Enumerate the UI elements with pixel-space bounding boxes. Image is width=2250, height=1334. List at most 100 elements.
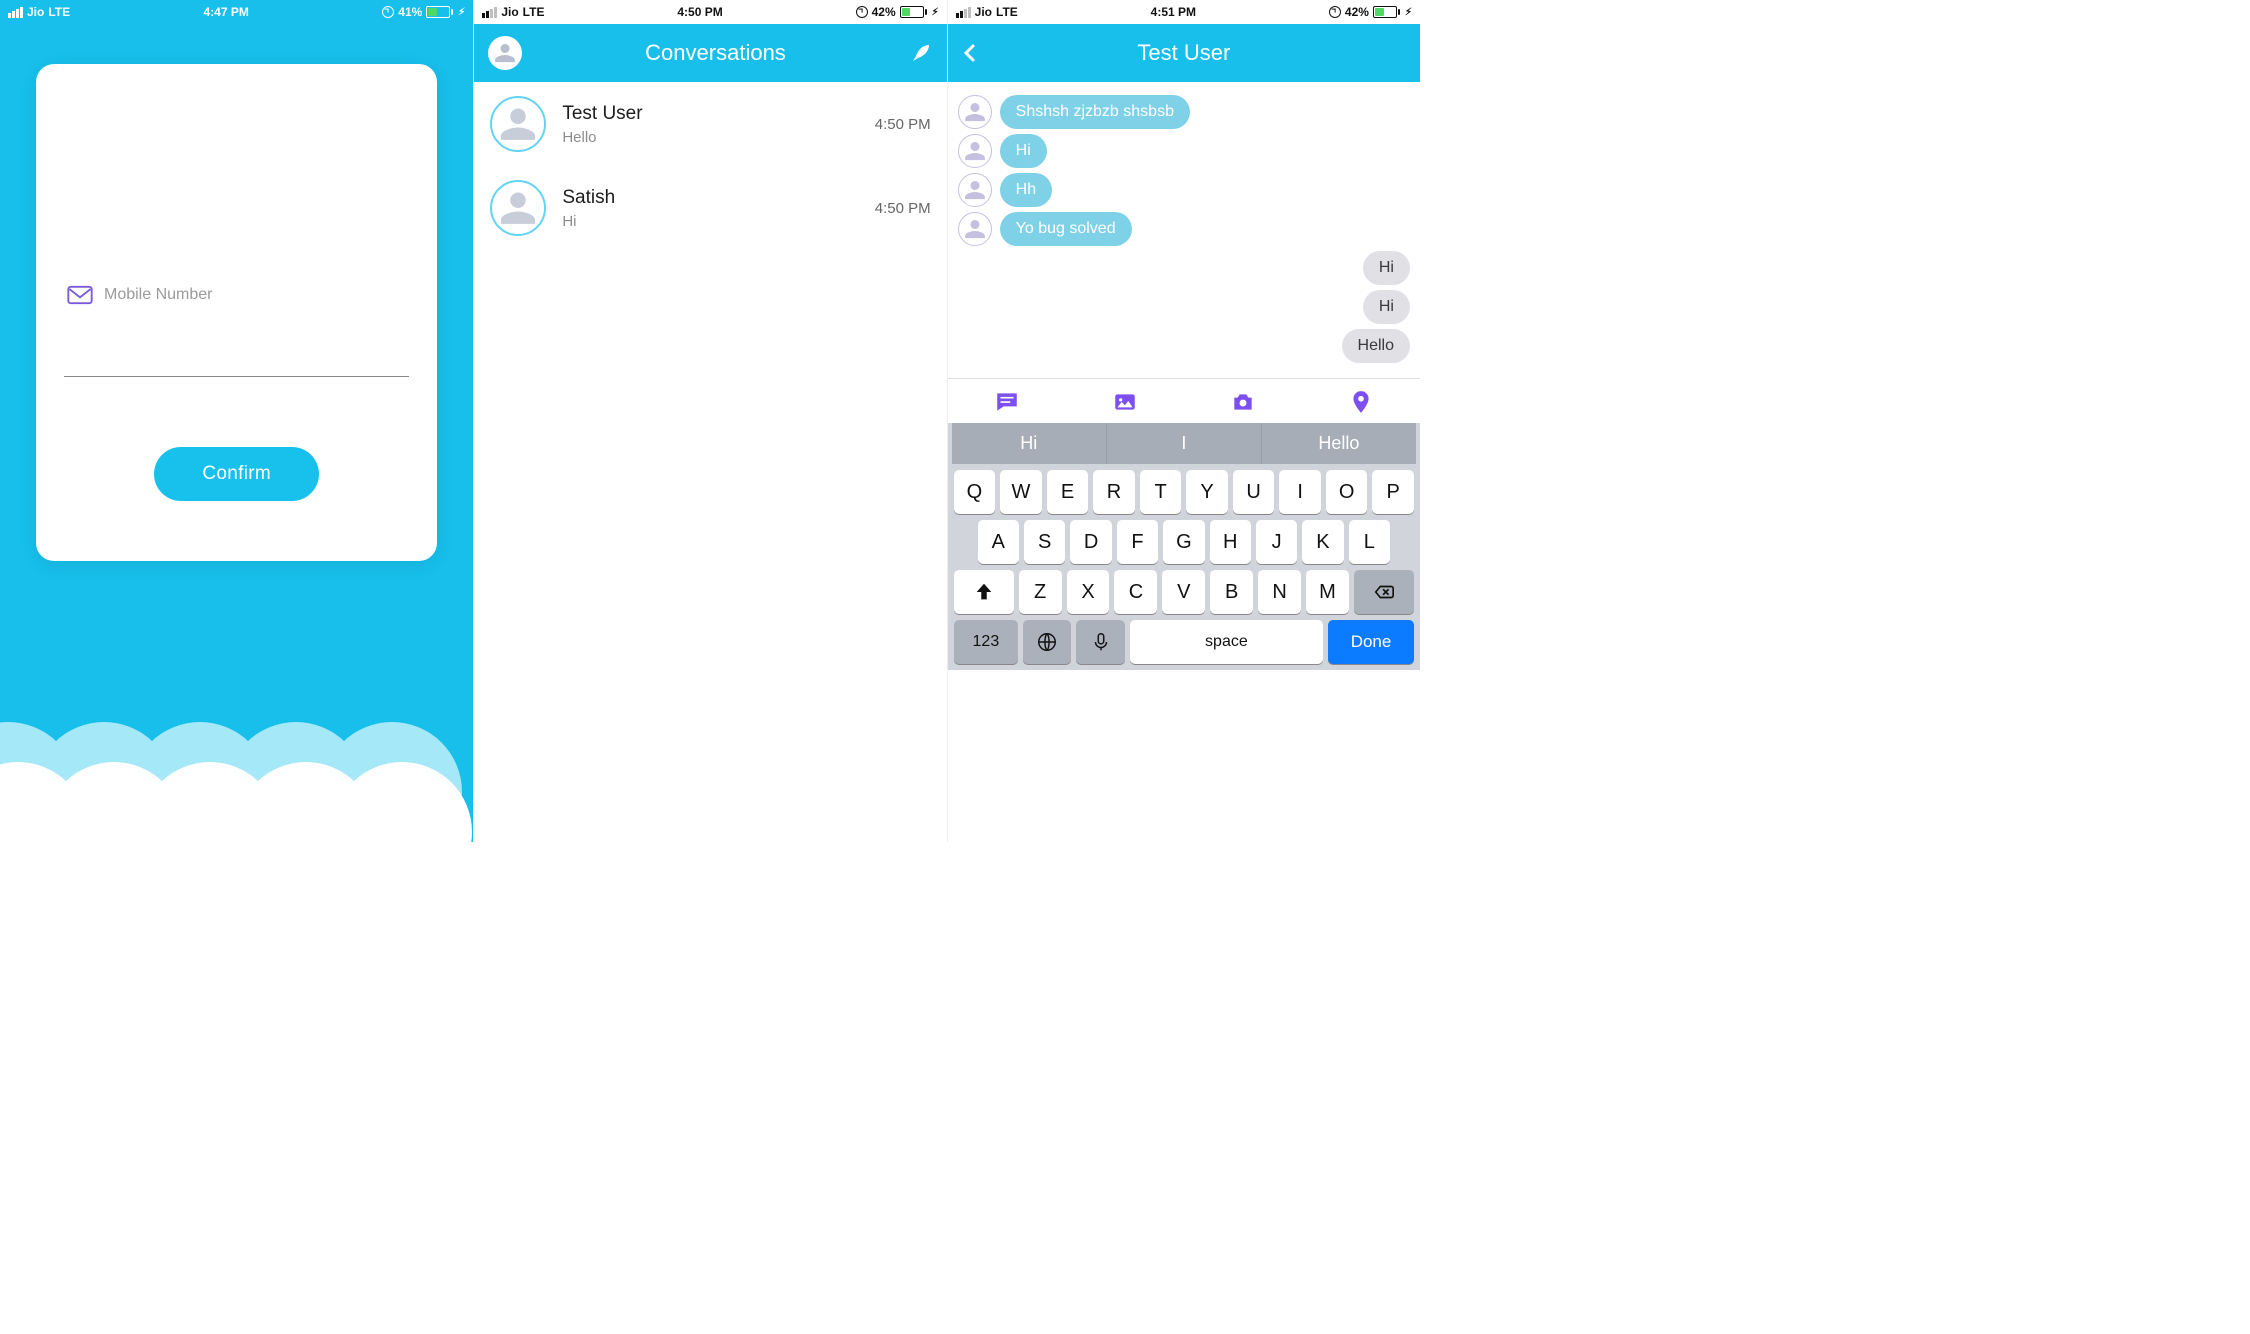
key-q[interactable]: Q	[954, 470, 996, 514]
message-row: Hi	[958, 134, 1410, 168]
person-icon	[499, 189, 537, 227]
message-bubble: Hi	[1363, 251, 1410, 285]
key-e[interactable]: E	[1047, 470, 1089, 514]
text-message-button[interactable]	[992, 389, 1022, 415]
status-time: 4:51 PM	[1151, 5, 1196, 19]
person-icon	[964, 101, 986, 123]
globe-key[interactable]	[1023, 620, 1071, 664]
keyboard: HiIHello QWERTYUIOP ASDFGHJKL ZXCVBNM 12…	[948, 423, 1420, 670]
network-label: LTE	[996, 5, 1018, 19]
avatar	[490, 96, 546, 152]
key-k[interactable]: K	[1302, 520, 1343, 564]
key-i[interactable]: I	[1279, 470, 1321, 514]
alarm-icon	[1329, 6, 1341, 18]
key-a[interactable]: A	[978, 520, 1019, 564]
back-button[interactable]	[958, 41, 982, 65]
suggestion[interactable]: I	[1106, 423, 1261, 464]
status-time: 4:47 PM	[204, 5, 249, 19]
person-icon	[964, 179, 986, 201]
key-y[interactable]: Y	[1186, 470, 1228, 514]
compose-button[interactable]	[909, 41, 933, 65]
carrier-label: Jio	[975, 5, 992, 19]
key-f[interactable]: F	[1117, 520, 1158, 564]
key-j[interactable]: J	[1256, 520, 1297, 564]
conversation-item[interactable]: Satish Hi 4:50 PM	[474, 166, 946, 250]
confirm-button[interactable]: Confirm	[154, 447, 319, 501]
avatar	[958, 95, 992, 129]
key-n[interactable]: N	[1258, 570, 1301, 614]
profile-button[interactable]	[488, 36, 522, 70]
login-screen: Jio LTE 4:47 PM 41% ⚡︎ Confirm	[0, 0, 473, 842]
conversation-name: Test User	[562, 103, 858, 125]
key-u[interactable]: U	[1233, 470, 1275, 514]
avatar	[490, 180, 546, 236]
message-row: Yo bug solved	[958, 212, 1410, 246]
avatar	[958, 212, 992, 246]
suggestion-bar: HiIHello	[952, 423, 1416, 464]
image-button[interactable]	[1110, 389, 1140, 415]
message-bubble: Hi	[1000, 134, 1047, 168]
battery-pct: 41%	[398, 5, 422, 19]
status-bar: Jio LTE 4:51 PM 42% ⚡︎	[948, 0, 1420, 24]
camera-button[interactable]	[1228, 389, 1258, 415]
person-icon	[499, 105, 537, 143]
clouds-decoration	[0, 672, 473, 842]
key-m[interactable]: M	[1306, 570, 1349, 614]
status-time: 4:50 PM	[677, 5, 722, 19]
header: Conversations	[474, 24, 946, 82]
alarm-icon	[856, 6, 868, 18]
key-l[interactable]: L	[1349, 520, 1390, 564]
key-x[interactable]: X	[1067, 570, 1110, 614]
person-icon	[494, 42, 516, 64]
signal-icon	[482, 7, 497, 18]
carrier-label: Jio	[501, 5, 518, 19]
page-title: Conversations	[645, 40, 786, 66]
key-p[interactable]: P	[1372, 470, 1414, 514]
key-v[interactable]: V	[1162, 570, 1205, 614]
conversation-preview: Hi	[562, 213, 858, 230]
chat-message-list[interactable]: Shshsh zjzbzb shsbsb Hi Hh Yo bug solved…	[948, 82, 1420, 374]
alarm-icon	[382, 6, 394, 18]
message-bubble: Hello	[1342, 329, 1410, 363]
conversation-time: 4:50 PM	[875, 116, 931, 133]
message-row: Hi	[958, 251, 1410, 285]
space-key[interactable]: space	[1130, 620, 1323, 664]
location-button[interactable]	[1346, 389, 1376, 415]
mobile-field[interactable]	[64, 214, 409, 377]
header: Test User	[948, 24, 1420, 82]
key-h[interactable]: H	[1210, 520, 1251, 564]
backspace-key[interactable]	[1354, 570, 1414, 614]
suggestion[interactable]: Hello	[1261, 423, 1416, 464]
key-z[interactable]: Z	[1019, 570, 1062, 614]
conversation-item[interactable]: Test User Hello 4:50 PM	[474, 82, 946, 166]
avatar	[958, 173, 992, 207]
key-o[interactable]: O	[1326, 470, 1368, 514]
mobile-input[interactable]	[104, 286, 407, 304]
key-b[interactable]: B	[1210, 570, 1253, 614]
key-t[interactable]: T	[1140, 470, 1182, 514]
message-bubble: Hi	[1363, 290, 1410, 324]
conversation-preview: Hello	[562, 129, 858, 146]
key-r[interactable]: R	[1093, 470, 1135, 514]
done-key[interactable]: Done	[1328, 620, 1414, 664]
key-w[interactable]: W	[1000, 470, 1042, 514]
charging-icon: ⚡︎	[932, 7, 939, 18]
message-row: Hh	[958, 173, 1410, 207]
key-c[interactable]: C	[1114, 570, 1157, 614]
key-g[interactable]: G	[1163, 520, 1204, 564]
suggestion[interactable]: Hi	[952, 423, 1106, 464]
person-icon	[964, 140, 986, 162]
key-d[interactable]: D	[1070, 520, 1111, 564]
key-s[interactable]: S	[1024, 520, 1065, 564]
battery-icon	[900, 6, 927, 18]
dictation-key[interactable]	[1076, 620, 1124, 664]
status-bar: Jio LTE 4:47 PM 41% ⚡︎	[0, 0, 473, 24]
conversations-screen: Jio LTE 4:50 PM 42% ⚡︎ Conversations Tes…	[473, 0, 946, 842]
symbols-key[interactable]: 123	[954, 620, 1018, 664]
charging-icon: ⚡︎	[1405, 7, 1412, 18]
shift-key[interactable]	[954, 570, 1014, 614]
carrier-label: Jio	[27, 5, 44, 19]
signal-icon	[956, 7, 971, 18]
conversation-list: Test User Hello 4:50 PM Satish Hi 4:50 P…	[474, 82, 946, 250]
battery-icon	[426, 6, 453, 18]
